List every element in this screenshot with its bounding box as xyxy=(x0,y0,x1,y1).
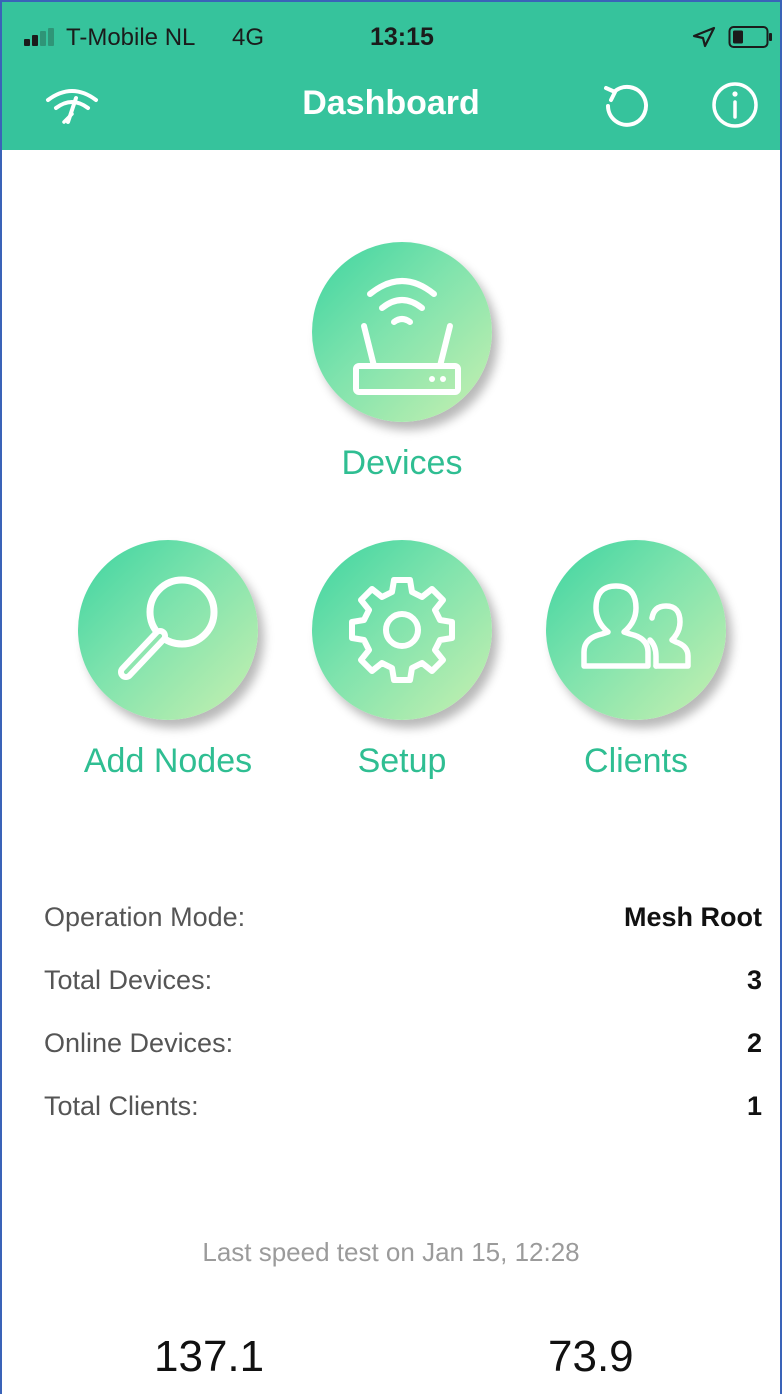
location-arrow-icon xyxy=(692,26,716,48)
add-nodes-button[interactable]: Add Nodes xyxy=(58,540,278,781)
stat-total-devices: Total Devices: 3 xyxy=(44,957,762,1020)
devices-button[interactable]: Devices xyxy=(292,242,512,483)
download-speed-value: 137.1 xyxy=(154,1332,265,1381)
clients-circle[interactable] xyxy=(546,540,726,720)
stat-operation-mode: Operation Mode: Mesh Root xyxy=(44,894,762,957)
stat-online-devices: Online Devices: 2 xyxy=(44,1020,762,1083)
stat-value: 1 xyxy=(746,1091,762,1121)
page-title: Dashboard xyxy=(302,84,480,122)
stat-value: 3 xyxy=(746,965,762,995)
upload-speed-value: 73.9 xyxy=(548,1332,634,1381)
info-icon[interactable] xyxy=(710,80,760,130)
devices-circle[interactable] xyxy=(312,242,492,422)
carrier-name: T-Mobile NL xyxy=(66,24,196,51)
stat-total-clients: Total Clients: 1 xyxy=(44,1083,762,1146)
setup-circle[interactable] xyxy=(312,540,492,720)
status-time: 13:15 xyxy=(370,23,434,51)
router-icon xyxy=(353,278,461,395)
nav-bar: Dashboard xyxy=(2,64,780,150)
refresh-icon[interactable] xyxy=(600,78,654,132)
stat-label: Total Clients: xyxy=(44,1091,199,1121)
gear-icon xyxy=(349,577,455,683)
network-stats: Operation Mode: Mesh Root Total Devices:… xyxy=(44,894,762,1146)
stat-label: Operation Mode: xyxy=(44,902,246,932)
stat-label: Online Devices: xyxy=(44,1028,234,1058)
clients-button[interactable]: Clients xyxy=(526,540,746,781)
magnifier-icon xyxy=(118,576,218,680)
users-icon xyxy=(581,583,691,669)
top-bar: T-Mobile NL 4G 13:15 Dashboard xyxy=(2,2,780,150)
setup-button[interactable]: Setup xyxy=(292,540,512,781)
stat-value: 2 xyxy=(746,1028,762,1058)
app-frame: T-Mobile NL 4G 13:15 Dashboard Devices A… xyxy=(0,0,782,1394)
clients-label: Clients xyxy=(584,742,688,780)
status-bar: T-Mobile NL 4G 13:15 xyxy=(2,2,780,64)
devices-label: Devices xyxy=(341,444,463,482)
battery-icon xyxy=(728,26,772,48)
network-type: 4G xyxy=(232,24,265,51)
stat-value: Mesh Root xyxy=(624,902,762,932)
setup-label: Setup xyxy=(357,742,447,780)
speed-test-timestamp: Last speed test on Jan 15, 12:28 xyxy=(202,1237,580,1267)
add-nodes-label: Add Nodes xyxy=(83,742,253,780)
stat-label: Total Devices: xyxy=(44,965,213,995)
add-nodes-circle[interactable] xyxy=(78,540,258,720)
signal-strength-icon xyxy=(24,28,60,46)
